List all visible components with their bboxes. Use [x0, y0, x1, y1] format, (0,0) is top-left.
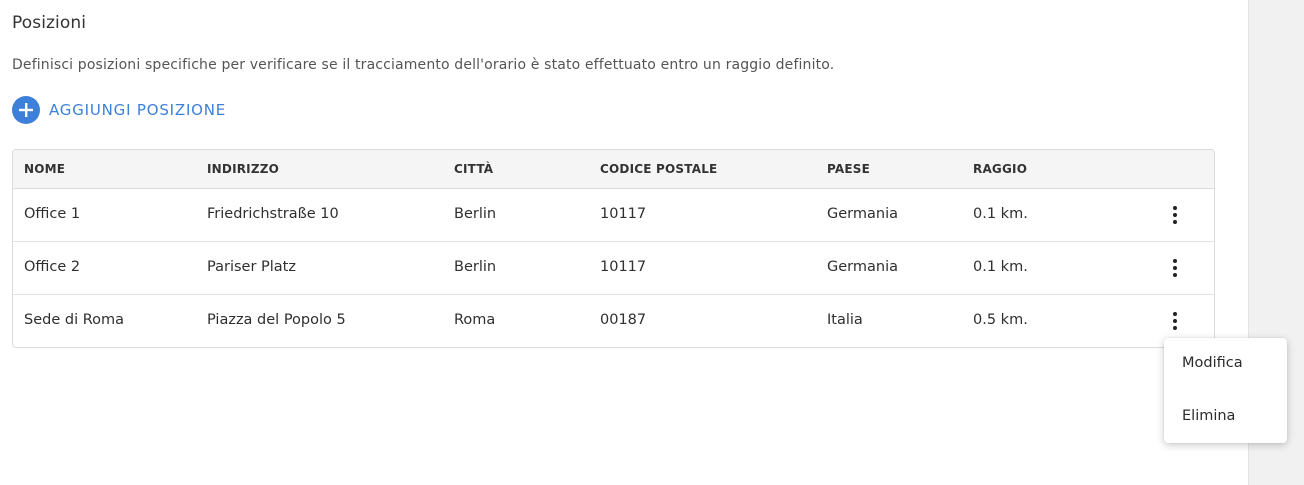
menu-item-delete[interactable]: Elimina [1182, 408, 1235, 424]
cell-postal-code: 10117 [600, 259, 647, 275]
more-vertical-icon[interactable] [1167, 256, 1183, 280]
header-name[interactable]: NOME [24, 162, 65, 176]
locations-table: NOME INDIRIZZO CITTÀ CODICE POSTALE PAES… [12, 149, 1215, 348]
menu-item-edit[interactable]: Modifica [1182, 355, 1243, 371]
cell-city: Roma [454, 312, 496, 328]
header-address[interactable]: INDIRIZZO [207, 162, 279, 176]
table-row[interactable]: Office 2 Pariser Platz Berlin 10117 Germ… [13, 242, 1214, 295]
cell-radius: 0.1 km. [973, 259, 1028, 275]
cell-country: Italia [827, 312, 863, 328]
section-title: Posizioni [12, 13, 87, 33]
add-location-label: AGGIUNGI POSIZIONE [49, 101, 227, 119]
cell-name: Office 1 [24, 206, 81, 222]
more-vertical-icon[interactable] [1167, 309, 1183, 333]
header-postal-code[interactable]: CODICE POSTALE [600, 162, 717, 176]
cell-radius: 0.5 km. [973, 312, 1028, 328]
table-row[interactable]: Sede di Roma Piazza del Popolo 5 Roma 00… [13, 295, 1214, 347]
cell-country: Germania [827, 206, 898, 222]
table-row[interactable]: Office 1 Friedrichstraße 10 Berlin 10117… [13, 189, 1214, 242]
plus-circle-icon [12, 96, 40, 124]
section-description: Definisci posizioni specifiche per verif… [12, 57, 835, 73]
cell-address: Pariser Platz [207, 259, 296, 275]
add-location-button[interactable]: AGGIUNGI POSIZIONE [12, 96, 226, 124]
main-content: Posizioni Definisci posizioni specifiche… [0, 0, 1248, 485]
cell-name: Office 2 [24, 259, 81, 275]
header-country[interactable]: PAESE [827, 162, 870, 176]
more-vertical-icon[interactable] [1167, 203, 1183, 227]
header-city[interactable]: CITTÀ [454, 162, 493, 176]
cell-city: Berlin [454, 259, 497, 275]
cell-radius: 0.1 km. [973, 206, 1028, 222]
cell-postal-code: 10117 [600, 206, 647, 222]
cell-address: Friedrichstraße 10 [207, 206, 339, 222]
cell-postal-code: 00187 [600, 312, 647, 328]
cell-name: Sede di Roma [24, 312, 125, 328]
cell-address: Piazza del Popolo 5 [207, 312, 346, 328]
cell-city: Berlin [454, 206, 497, 222]
header-radius[interactable]: RAGGIO [973, 162, 1027, 176]
table-header: NOME INDIRIZZO CITTÀ CODICE POSTALE PAES… [13, 150, 1214, 189]
cell-country: Germania [827, 259, 898, 275]
row-context-menu: Modifica Elimina [1164, 338, 1287, 443]
